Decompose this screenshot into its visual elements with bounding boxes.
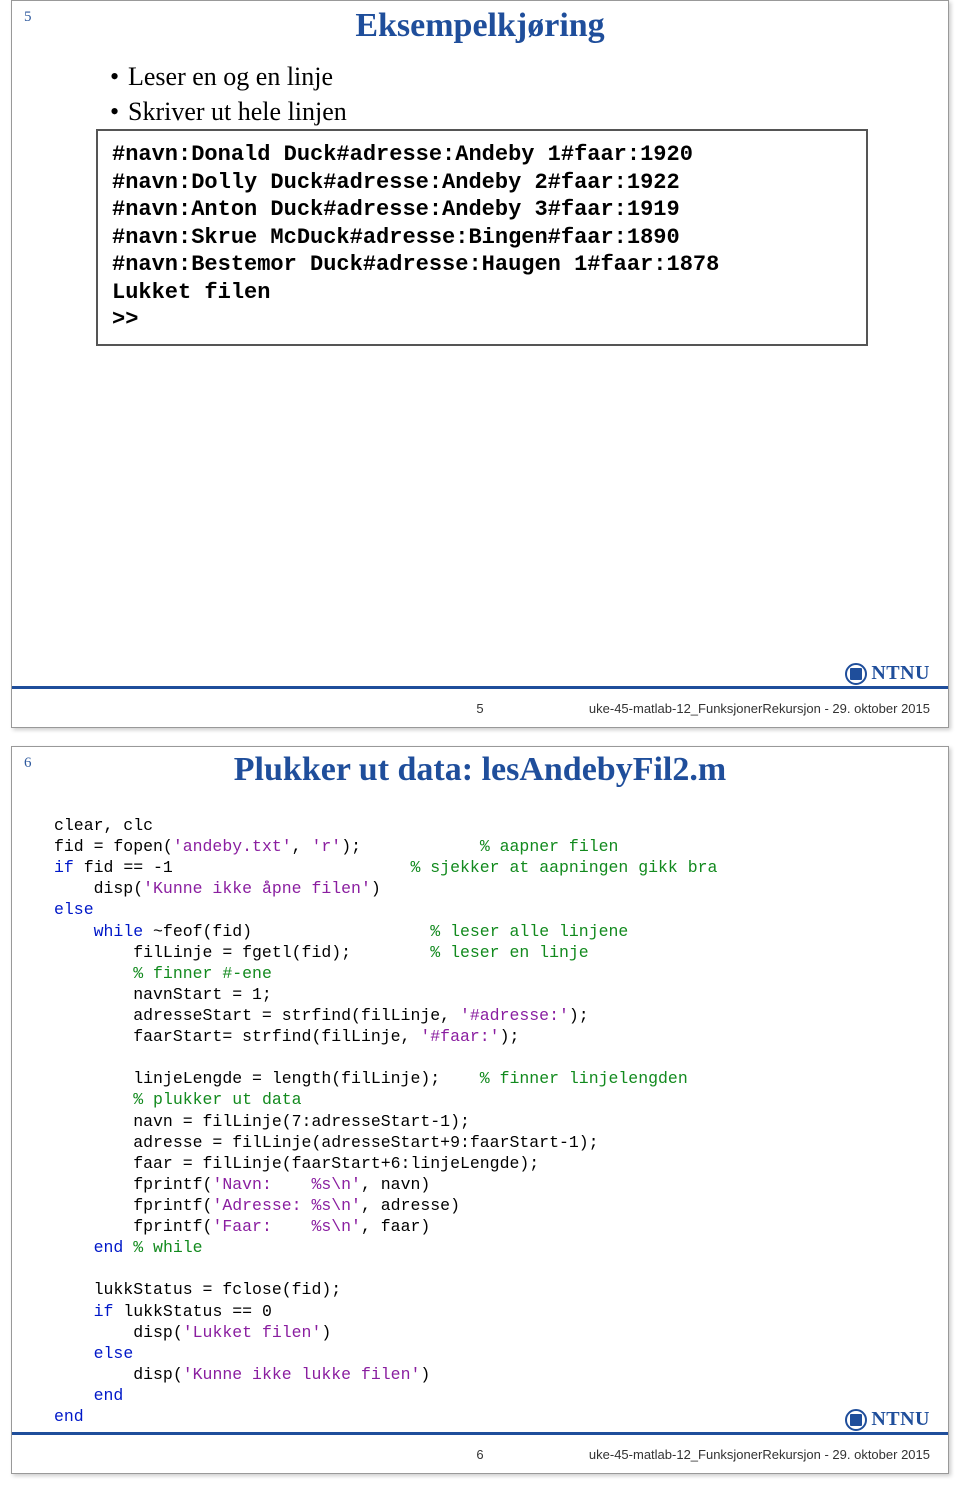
- code-keyword: else: [54, 900, 94, 919]
- code-string: 'Lukket filen': [183, 1323, 322, 1342]
- bullet-item: Leser en og en linje: [110, 59, 948, 94]
- code-text: ~feof(fid): [143, 922, 430, 941]
- code-string: 'Kunne ikke åpne filen': [143, 879, 371, 898]
- code-string: 'andeby.txt': [173, 837, 292, 856]
- slide-number-top: 6: [24, 755, 32, 772]
- footer-meta: uke-45-matlab-12_FunksjonerRekursjon - 2…: [589, 1447, 930, 1462]
- code-string: 'Faar: %s\n': [212, 1217, 361, 1236]
- code-comment: % leser alle linjene: [430, 922, 628, 941]
- code-text: );: [500, 1027, 520, 1046]
- slide-2: 6 Plukker ut data: lesAndebyFil2.m clear…: [11, 746, 949, 1474]
- code-comment: % finner linjelengden: [480, 1069, 688, 1088]
- code-keyword: end: [94, 1238, 124, 1257]
- code-text: disp(: [54, 1365, 183, 1384]
- console-output: #navn:Donald Duck#adresse:Andeby 1#faar:…: [96, 129, 868, 346]
- bullet-list: Leser en og en linje Skriver ut hele lin…: [70, 59, 948, 129]
- code-text: [54, 1386, 94, 1405]
- code-comment: % while: [133, 1238, 202, 1257]
- code-text: filLinje = fgetl(fid);: [54, 943, 430, 962]
- code-text: ): [420, 1365, 430, 1384]
- slide-title: Eksempelkjøring: [12, 7, 948, 45]
- code-keyword: else: [94, 1344, 134, 1363]
- bullet-item: Skriver ut hele linjen: [110, 94, 948, 129]
- code-text: [54, 1090, 133, 1109]
- code-keyword: end: [94, 1386, 124, 1405]
- code-text: [54, 1238, 94, 1257]
- ntnu-logo-text: NTNU: [871, 662, 930, 685]
- code-text: [54, 964, 133, 983]
- code-text: clear, clc: [54, 816, 153, 835]
- code-text: lukkStatus = fclose(fid);: [54, 1280, 341, 1299]
- code-string: 'Kunne ikke lukke filen': [183, 1365, 421, 1384]
- slide-footer: 6 uke-45-matlab-12_FunksjonerRekursjon -…: [12, 1432, 948, 1473]
- code-text: faarStart= strfind(filLinje,: [54, 1027, 420, 1046]
- code-text: fprintf(: [54, 1196, 212, 1215]
- code-text: fprintf(: [54, 1217, 212, 1236]
- code-comment: % sjekker at aapningen gikk bra: [410, 858, 717, 877]
- code-text: linjeLengde = length(filLinje);: [54, 1069, 480, 1088]
- code-keyword: end: [54, 1407, 84, 1426]
- code-keyword: if: [54, 858, 74, 877]
- footer-page-number: 5: [476, 701, 483, 716]
- slide-1: 5 Eksempelkjøring Leser en og en linje S…: [11, 0, 949, 728]
- code-text: disp(: [54, 1323, 183, 1342]
- code-string: 'r': [311, 837, 341, 856]
- code-text: ,: [292, 837, 312, 856]
- code-comment: % plukker ut data: [133, 1090, 301, 1109]
- code-text: fid == -1: [74, 858, 411, 877]
- code-keyword: while: [94, 922, 144, 941]
- code-comment: % finner #-ene: [133, 964, 272, 983]
- code-block: clear, clc fid = fopen('andeby.txt', 'r'…: [54, 815, 906, 1427]
- code-text: navn = filLinje(7:adresseStart-1);: [54, 1112, 470, 1131]
- ntnu-logo-icon: [845, 1409, 867, 1431]
- code-text: navnStart = 1;: [54, 985, 272, 1004]
- code-comment: % leser en linje: [430, 943, 588, 962]
- code-text: adresseStart = strfind(filLinje,: [54, 1006, 460, 1025]
- code-text: , faar): [361, 1217, 430, 1236]
- code-keyword: if: [94, 1302, 114, 1321]
- code-text: );: [569, 1006, 589, 1025]
- code-string: 'Adresse: %s\n': [212, 1196, 361, 1215]
- code-text: adresse = filLinje(adresseStart+9:faarSt…: [54, 1133, 599, 1152]
- code-text: [54, 1344, 94, 1363]
- ntnu-logo-text: NTNU: [871, 1408, 930, 1431]
- code-text: , adresse): [361, 1196, 460, 1215]
- ntnu-logo-icon: [845, 663, 867, 685]
- code-text: fid = fopen(: [54, 837, 173, 856]
- ntnu-logo: NTNU: [845, 662, 930, 685]
- ntnu-logo: NTNU: [845, 1408, 930, 1431]
- code-text: , navn): [361, 1175, 430, 1194]
- code-text: ): [371, 879, 381, 898]
- footer-meta: uke-45-matlab-12_FunksjonerRekursjon - 2…: [589, 701, 930, 716]
- code-text: ): [321, 1323, 331, 1342]
- slide-title: Plukker ut data: lesAndebyFil2.m: [12, 751, 948, 789]
- code-string: '#adresse:': [460, 1006, 569, 1025]
- code-text: [123, 1238, 133, 1257]
- code-text: [54, 1302, 94, 1321]
- code-text: lukkStatus == 0: [113, 1302, 271, 1321]
- footer-page-number: 6: [476, 1447, 483, 1462]
- code-text: [54, 922, 94, 941]
- code-string: 'Navn: %s\n': [212, 1175, 361, 1194]
- code-text: fprintf(: [54, 1175, 212, 1194]
- slide-footer: 5 uke-45-matlab-12_FunksjonerRekursjon -…: [12, 686, 948, 727]
- code-text: );: [341, 837, 480, 856]
- code-text: faar = filLinje(faarStart+6:linjeLengde)…: [54, 1154, 539, 1173]
- slide-number-top: 5: [24, 9, 32, 26]
- code-text: disp(: [54, 879, 143, 898]
- code-comment: % aapner filen: [480, 837, 619, 856]
- code-string: '#faar:': [420, 1027, 499, 1046]
